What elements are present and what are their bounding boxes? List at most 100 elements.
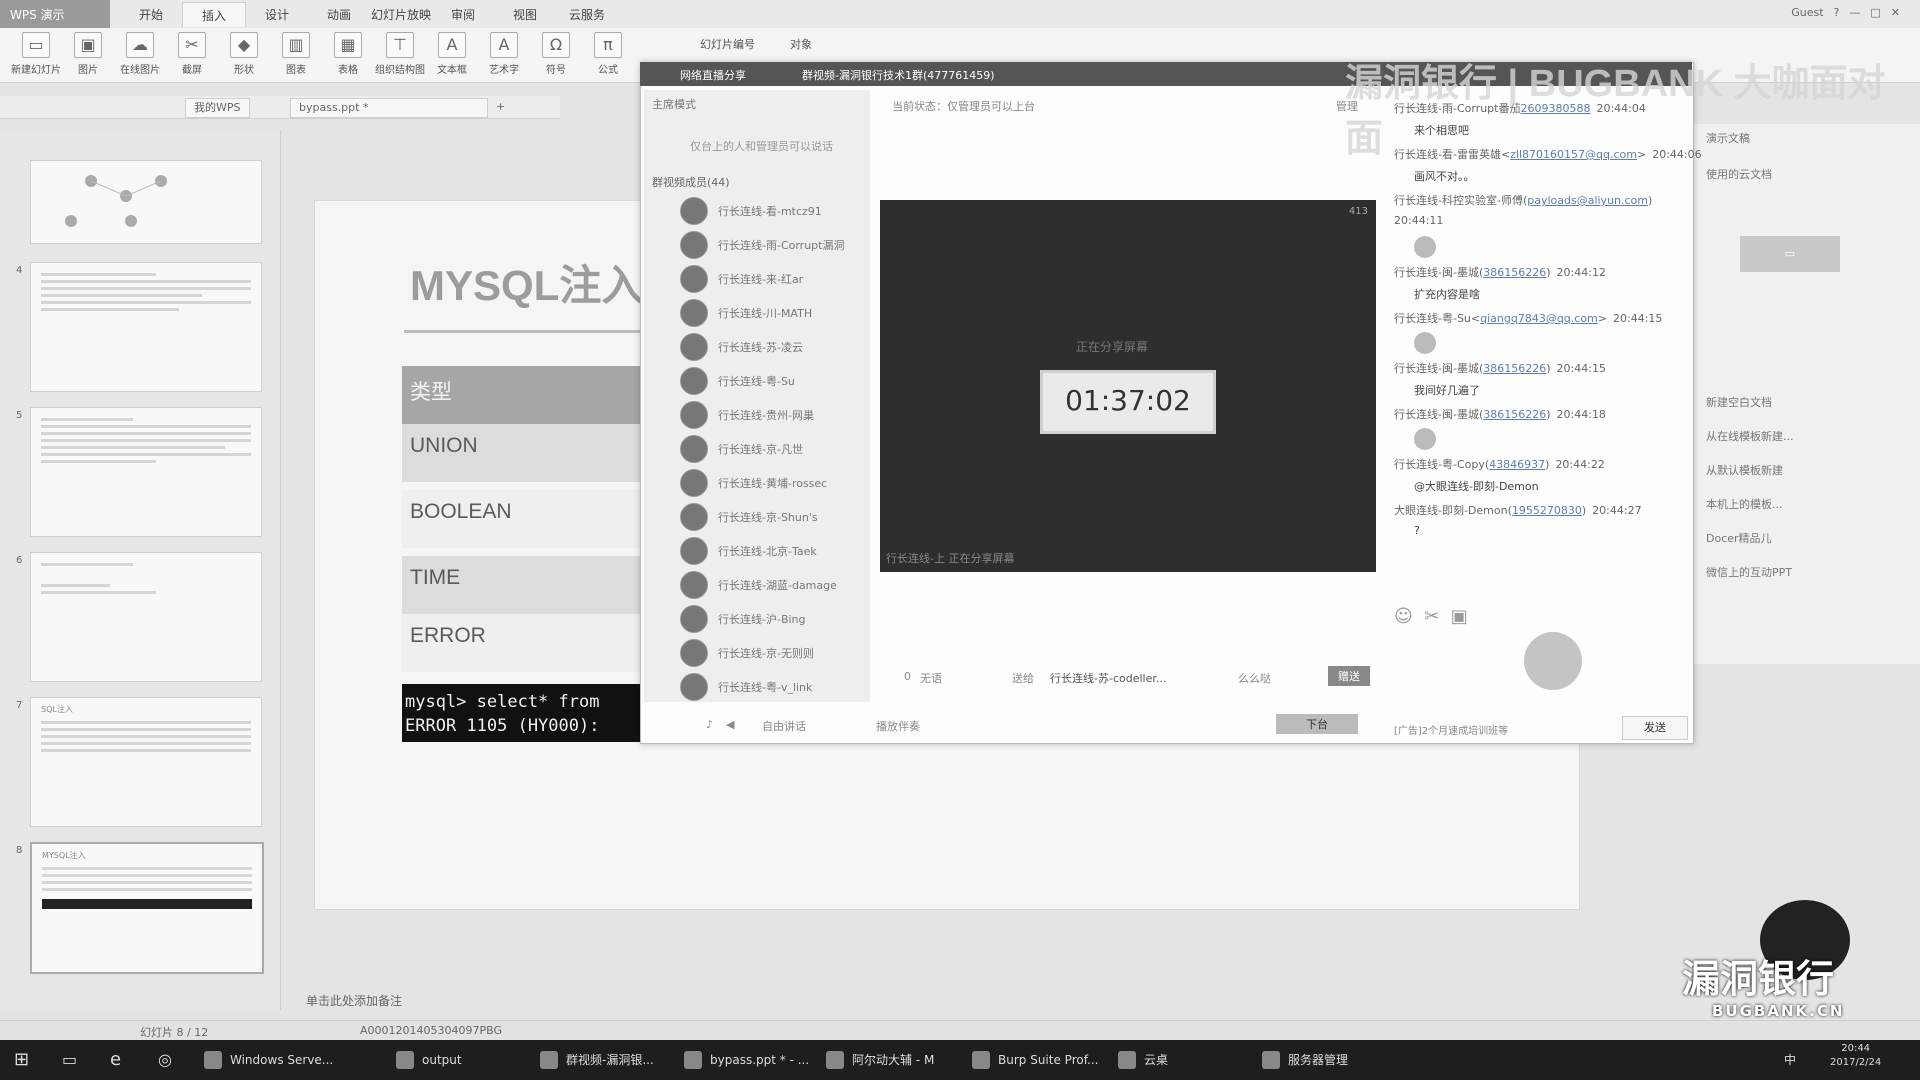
sender-id-link[interactable]: 1955270830 [1512, 504, 1582, 517]
member-item[interactable]: 行长连线-来-红ar [680, 264, 870, 294]
windows-start-icon[interactable]: ⊞ [14, 1048, 29, 1072]
tab-menu[interactable]: 设计 [246, 6, 308, 27]
slide-number-button[interactable]: 幻灯片编号 [700, 36, 755, 52]
ribbon-button[interactable]: ⊤ 组织结构图 [374, 32, 426, 76]
scissors-icon[interactable]: ✂ [1424, 606, 1439, 627]
maximize-icon[interactable]: □ [1870, 6, 1880, 19]
tab-bypass-ppt[interactable]: bypass.ppt * [290, 98, 488, 118]
tab-menu[interactable]: 插入 [182, 2, 246, 27]
docer-item[interactable]: 新建空白文档 [1706, 394, 1772, 410]
leave-stage-button[interactable]: 下台 [1276, 714, 1358, 734]
free-talk-button[interactable]: 自由讲话 [762, 718, 806, 734]
ribbon-button[interactable]: A 文本框 [426, 32, 478, 76]
slide-thumb-3[interactable] [30, 160, 262, 244]
table-cell[interactable]: TIME [402, 556, 642, 614]
member-item[interactable]: 行长连线-川-MATH [680, 298, 870, 328]
table-cell[interactable]: UNION [402, 424, 642, 482]
send-button[interactable]: 发送 [1622, 716, 1688, 740]
ribbon-button[interactable]: ▥ 图表 [270, 32, 322, 76]
share-tab[interactable]: 网络直播分享 [680, 67, 746, 83]
member-item[interactable]: 行长连线-黄埔-rossec [680, 468, 870, 498]
member-item[interactable]: 行长连线-京-凡世 [680, 434, 870, 464]
taskbar-app[interactable]: 服务器管理 [1262, 1048, 1348, 1072]
member-item[interactable]: 行长连线-沪-Bing [680, 604, 870, 634]
taskbar-app[interactable]: 云桌 [1118, 1048, 1168, 1072]
ribbon-button[interactable]: ◆ 形状 [218, 32, 270, 76]
task-view-icon[interactable]: ▭ [62, 1048, 77, 1072]
table-header-cell[interactable]: 类型 [402, 366, 642, 424]
docer-item[interactable]: Docer精品儿 [1706, 530, 1772, 546]
table-cell[interactable]: BOOLEAN [402, 490, 642, 548]
slide-thumb-5[interactable] [30, 407, 262, 537]
object-button[interactable]: 对象 [790, 36, 812, 52]
ribbon-button[interactable]: ▣ 图片 [62, 32, 114, 76]
gift-selector[interactable]: 么么哒 [1238, 670, 1271, 686]
close-icon[interactable]: ✕ [1891, 6, 1900, 19]
taskbar-app[interactable]: Burp Suite Prof... [972, 1048, 1099, 1072]
speaker-icon[interactable]: ◀ [726, 718, 734, 731]
mic-icon[interactable]: ♪ [706, 718, 713, 731]
browser-icon[interactable]: ◎ [158, 1048, 172, 1072]
slide-thumb-6[interactable] [30, 552, 262, 682]
ribbon-button[interactable]: ☁ 在线图片 [114, 32, 166, 76]
member-item[interactable]: 行长连线-看-mtcz91 [680, 196, 870, 226]
tab-my-wps[interactable]: 我的WPS [185, 98, 250, 118]
ribbon-button[interactable]: π 公式 [582, 32, 634, 76]
member-item[interactable]: 行长连线-雨-Corrupt漏洞 [680, 230, 870, 260]
ad-text[interactable]: [广告]2个月速成培训班等 [1394, 722, 1508, 737]
tab-menu[interactable]: 开始 [120, 6, 182, 27]
emoji-icon[interactable]: ☺ [1394, 606, 1413, 627]
tab-menu[interactable]: 审阅 [432, 6, 494, 27]
sender-id-link[interactable]: 386156226 [1483, 266, 1546, 279]
sender-id-link[interactable]: qiangq7843@qq.com [1480, 312, 1598, 325]
sender-id-link[interactable]: payloads@aliyun.com [1527, 194, 1648, 207]
recipient-dropdown[interactable]: 行长连线-苏-codeller... [1050, 670, 1166, 686]
ribbon-button[interactable]: ✂ 截屏 [166, 32, 218, 76]
tab-menu[interactable]: 动画 [308, 6, 370, 27]
minimize-icon[interactable]: — [1849, 6, 1860, 19]
taskbar-app[interactable]: 群视频-漏洞银... [540, 1048, 654, 1072]
gift-icon[interactable] [1524, 632, 1582, 690]
docer-item[interactable]: 微信上的互动PPT [1706, 564, 1792, 580]
ribbon-button[interactable]: A 艺术字 [478, 32, 530, 76]
docer-item[interactable]: 从默认模板新建 [1706, 462, 1783, 478]
member-item[interactable]: 行长连线-粤-v_link [680, 672, 870, 702]
docer-item[interactable]: 从在线模板新建... [1706, 428, 1794, 444]
ie-icon[interactable]: e [110, 1048, 121, 1072]
slide-thumb-8[interactable]: MYSQL注入 [30, 842, 264, 974]
ribbon-button[interactable]: Ω 符号 [530, 32, 582, 76]
taskbar-app[interactable]: 阿尔动大辅 - M [826, 1048, 934, 1072]
ribbon-button[interactable]: ▭ 新建幻灯片 [10, 32, 62, 76]
table-cell[interactable]: ERROR [402, 614, 642, 672]
clock[interactable]: 20:44 2017/2/24 [1830, 1042, 1881, 1068]
member-item[interactable]: 行长连线-湖蓝-damage [680, 570, 870, 600]
tab-menu[interactable]: 云服务 [556, 6, 618, 27]
play-music-button[interactable]: 播放伴奏 [876, 718, 920, 734]
taskbar-app[interactable]: Windows Serve... [204, 1048, 333, 1072]
member-item[interactable]: 行长连线-京-Shun's [680, 502, 870, 532]
ime-indicator[interactable]: 中 [1784, 1048, 1796, 1072]
wps-app-menu[interactable]: WPS 演示 [0, 0, 110, 28]
taskbar-app[interactable]: output [396, 1048, 462, 1072]
member-item[interactable]: 行长连线-粤-Su [680, 366, 870, 396]
member-item[interactable]: 行长连线-贵州-网巢 [680, 400, 870, 430]
ribbon-button[interactable]: ▦ 表格 [322, 32, 374, 76]
user-label[interactable]: Guest [1791, 6, 1823, 19]
image-icon[interactable]: ▣ [1451, 606, 1468, 627]
slide-title[interactable]: MYSQL注入 [410, 252, 643, 313]
docer-item[interactable]: 本机上的模板... [1706, 496, 1783, 512]
send-gift-button[interactable]: 赠送 [1328, 666, 1370, 686]
sender-id-link[interactable]: 386156226 [1483, 408, 1546, 421]
notes-placeholder[interactable]: 单击此处添加备注 [306, 992, 402, 1009]
tab-menu[interactable]: 幻灯片放映 [370, 6, 432, 27]
slide-thumb-4[interactable] [30, 262, 262, 392]
member-item[interactable]: 行长连线-苏-凌云 [680, 332, 870, 362]
member-item[interactable]: 行长连线-北京-Taek [680, 536, 870, 566]
slide-thumb-7[interactable]: SQL注入 [30, 697, 262, 827]
taskbar-app[interactable]: bypass.ppt * - ... [684, 1048, 809, 1072]
new-tab-icon[interactable]: + [488, 98, 513, 116]
sender-id-link[interactable]: 386156226 [1483, 362, 1546, 375]
tab-menu[interactable]: 视图 [494, 6, 556, 27]
sender-id-link[interactable]: 43846937 [1489, 458, 1545, 471]
mode-selector[interactable]: 主席模式 [652, 96, 696, 112]
